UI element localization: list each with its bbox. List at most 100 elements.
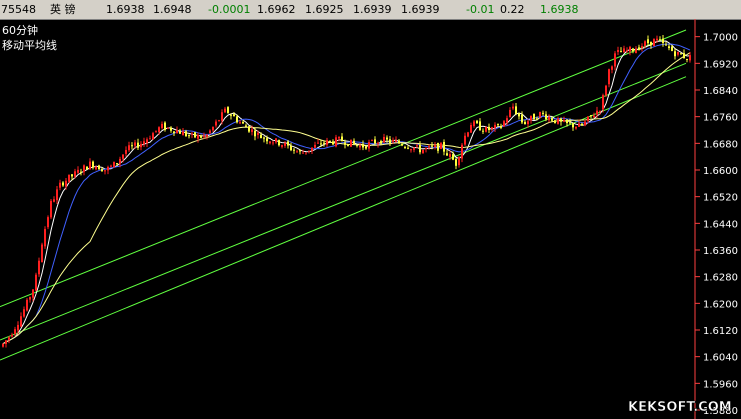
candle-body bbox=[353, 140, 355, 144]
candle-body bbox=[410, 149, 412, 151]
candle-body bbox=[266, 138, 268, 142]
candle-body bbox=[683, 53, 685, 59]
candle-body bbox=[470, 125, 472, 133]
candle-body bbox=[341, 136, 343, 142]
candle-body bbox=[473, 121, 475, 127]
candle-body bbox=[134, 142, 136, 146]
candle-body bbox=[170, 127, 172, 131]
candle-body bbox=[542, 112, 544, 114]
candle-body bbox=[572, 123, 574, 128]
candle-body bbox=[11, 334, 13, 337]
candle-body bbox=[566, 119, 568, 124]
candle-body bbox=[407, 147, 409, 149]
candle-body bbox=[329, 140, 331, 142]
ticker-value: -0.0001 bbox=[208, 3, 251, 16]
candle-body bbox=[425, 148, 427, 150]
y-tick-label: 1.5960 bbox=[703, 379, 738, 390]
candle-body bbox=[323, 142, 325, 144]
candle-body bbox=[113, 161, 115, 168]
candle-body bbox=[611, 66, 613, 70]
candle-body bbox=[545, 114, 547, 120]
candle-body bbox=[497, 124, 499, 126]
candle-body bbox=[248, 126, 250, 132]
candle-body bbox=[518, 113, 520, 117]
candle-body bbox=[56, 189, 58, 201]
candle-body bbox=[689, 55, 691, 61]
candle-body bbox=[488, 126, 490, 130]
candle-body bbox=[359, 145, 361, 148]
candle-body bbox=[389, 139, 391, 144]
candle-body bbox=[368, 142, 370, 149]
ticker-value: 0.22 bbox=[500, 3, 525, 16]
candle-body bbox=[563, 120, 565, 122]
candle-body bbox=[392, 140, 394, 142]
candle-body bbox=[74, 171, 76, 177]
candle-body bbox=[203, 135, 205, 137]
candle-body bbox=[191, 133, 193, 135]
candle-body bbox=[521, 114, 523, 123]
ticker-code: 175548 bbox=[0, 3, 36, 16]
candle-body bbox=[86, 166, 88, 170]
candle-body bbox=[662, 38, 664, 43]
candle-body bbox=[269, 141, 271, 144]
candle-body bbox=[239, 122, 241, 124]
candle-body bbox=[440, 143, 442, 149]
candlestick-chart[interactable]: 1.7000 1.6920 1.6840 1.6760 1.6680 1.6600 1.65… bbox=[0, 19, 741, 419]
candle-body bbox=[656, 38, 658, 41]
candle-body bbox=[593, 115, 595, 118]
candle-body bbox=[413, 147, 415, 150]
candle-body bbox=[146, 139, 148, 144]
candle-body bbox=[44, 228, 46, 247]
candle-body bbox=[524, 121, 526, 125]
candle-body bbox=[50, 200, 52, 218]
candle-body bbox=[212, 126, 214, 131]
candle-body bbox=[65, 180, 67, 187]
candle-body bbox=[254, 130, 256, 137]
candle-body bbox=[356, 144, 358, 146]
ticker-value: 1.6938 bbox=[106, 3, 145, 16]
candle-body bbox=[206, 134, 208, 137]
candle-body bbox=[98, 165, 100, 170]
ticker-value: 1.6962 bbox=[257, 3, 296, 16]
candle-body bbox=[284, 143, 286, 146]
candle-body bbox=[569, 122, 571, 124]
candle-body bbox=[200, 135, 202, 138]
candle-body bbox=[404, 146, 406, 148]
candle-body bbox=[128, 145, 130, 151]
candle-body bbox=[119, 158, 121, 164]
candle-body bbox=[197, 135, 199, 139]
candle-body bbox=[479, 121, 481, 131]
candle-body bbox=[605, 85, 607, 96]
indicator-label: 移动平均线 bbox=[2, 38, 57, 52]
candle-body bbox=[95, 166, 97, 170]
candle-body bbox=[14, 329, 16, 335]
candle-body bbox=[491, 127, 493, 129]
candle-body bbox=[314, 144, 316, 148]
candle-body bbox=[182, 131, 184, 136]
candle-body bbox=[635, 48, 637, 54]
candle-body bbox=[617, 50, 619, 52]
ticker-value: 1.6939 bbox=[401, 3, 440, 16]
candle-body bbox=[539, 112, 541, 118]
candle-body bbox=[587, 116, 589, 121]
moving-average-lines bbox=[2, 40, 691, 345]
candlestick-bars bbox=[2, 34, 691, 348]
channel-line bbox=[0, 62, 687, 341]
candle-body bbox=[140, 144, 142, 148]
candle-body bbox=[101, 169, 103, 172]
candle-body bbox=[665, 44, 667, 46]
candle-body bbox=[251, 129, 253, 132]
candle-body bbox=[311, 147, 313, 151]
candle-body bbox=[302, 152, 304, 154]
candle-body bbox=[647, 39, 649, 44]
candle-body bbox=[509, 109, 511, 118]
candle-body bbox=[530, 115, 532, 121]
candle-body bbox=[536, 118, 538, 120]
y-tick-label: 1.6680 bbox=[703, 139, 738, 150]
candle-body bbox=[2, 343, 4, 347]
candle-body bbox=[596, 110, 598, 115]
candle-body bbox=[275, 138, 277, 143]
candle-body bbox=[377, 142, 379, 144]
candle-body bbox=[344, 142, 346, 145]
candle-body bbox=[677, 51, 679, 55]
